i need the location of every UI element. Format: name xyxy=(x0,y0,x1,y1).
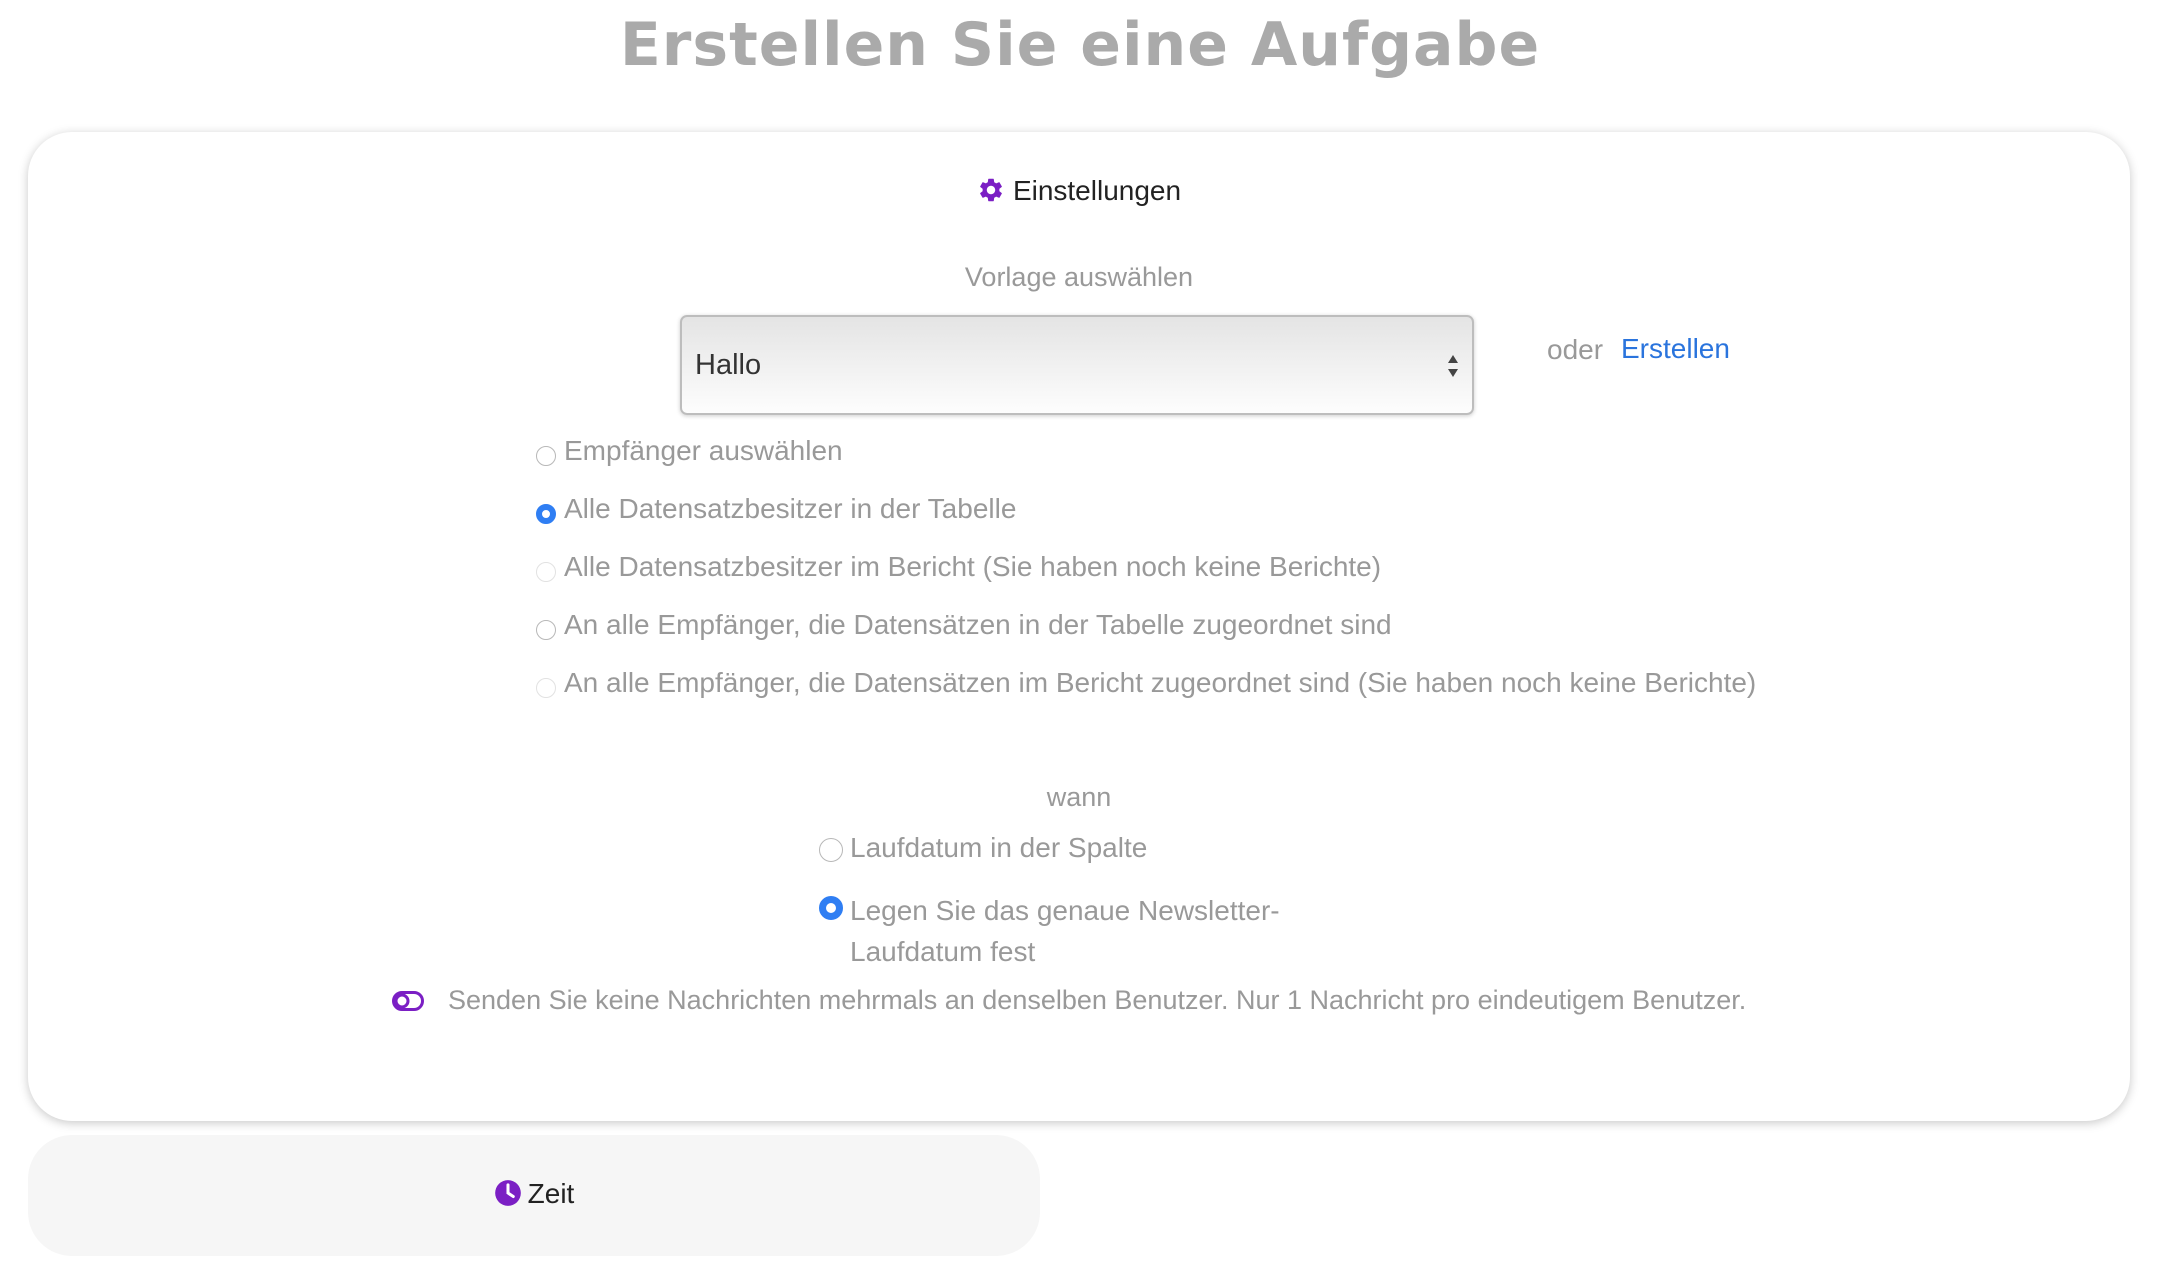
settings-card: Einstellungen Vorlage auswählen Hallo od… xyxy=(28,132,2130,1121)
radio-button[interactable] xyxy=(536,562,556,582)
unique-user-toggle-row: Senden Sie keine Nachrichten mehrmals an… xyxy=(392,985,1746,1016)
unique-user-toggle-label: Senden Sie keine Nachrichten mehrmals an… xyxy=(448,985,1747,1015)
radio-button[interactable] xyxy=(536,504,556,524)
time-header: Zeit xyxy=(28,1178,1040,1210)
radio-button[interactable] xyxy=(819,896,843,920)
when-option-label-line-2: Laufdatum fest xyxy=(850,936,1036,967)
when-option-label: Laufdatum in der Spalte xyxy=(850,832,1148,863)
select-arrows-icon xyxy=(1448,355,1458,377)
time-card[interactable]: Zeit xyxy=(28,1135,1040,1256)
or-text: oder xyxy=(1547,334,1604,365)
toggle-off-icon[interactable] xyxy=(392,990,424,1011)
when-option-column-date[interactable]: Laufdatum in der Spalte xyxy=(819,832,1147,864)
settings-header: Einstellungen xyxy=(28,175,2130,207)
recipient-option-table-assigned[interactable]: An alle Empfänger, die Datensätzen in de… xyxy=(536,609,1392,641)
recipient-option-label: Alle Datensatzbesitzer im Bericht (Sie h… xyxy=(564,551,1382,582)
recipient-option-label: Empfänger auswählen xyxy=(564,435,843,466)
recipient-option-table-owners[interactable]: Alle Datensatzbesitzer in der Tabelle xyxy=(536,493,1016,525)
recipient-option-label: An alle Empfänger, die Datensätzen im Be… xyxy=(564,667,1757,698)
recipient-option-report-owners[interactable]: Alle Datensatzbesitzer im Bericht (Sie h… xyxy=(536,551,1381,583)
page-title: Erstellen Sie eine Aufgabe xyxy=(619,10,1541,80)
create-template-link[interactable]: Erstellen xyxy=(1621,333,1730,365)
recipient-option-label: Alle Datensatzbesitzer in der Tabelle xyxy=(564,493,1017,524)
recipient-option-report-assigned[interactable]: An alle Empfänger, die Datensätzen im Be… xyxy=(536,667,1756,699)
gear-icon xyxy=(980,178,1002,202)
when-option-label-line-1: Legen Sie das genaue Newsletter- xyxy=(850,895,1280,926)
template-select[interactable]: Hallo xyxy=(680,315,1474,415)
clock-icon xyxy=(494,1180,521,1206)
when-option-label: Legen Sie das genaue Newsletter- Laufdat… xyxy=(850,890,1280,972)
radio-button[interactable] xyxy=(819,838,843,862)
when-label: wann xyxy=(1046,782,1112,812)
radio-button[interactable] xyxy=(536,678,556,698)
template-select-value: Hallo xyxy=(695,349,762,381)
radio-button[interactable] xyxy=(536,446,556,466)
page: Erstellen Sie eine Aufgabe Einstellungen… xyxy=(0,0,2172,1278)
time-heading: Zeit xyxy=(527,1178,575,1209)
recipient-option-select[interactable]: Empfänger auswählen xyxy=(536,435,843,467)
settings-heading: Einstellungen xyxy=(1012,175,1182,206)
when-option-exact-date[interactable]: Legen Sie das genaue Newsletter- Laufdat… xyxy=(819,890,1280,972)
recipient-option-label: An alle Empfänger, die Datensätzen in de… xyxy=(564,609,1392,640)
template-label: Vorlage auswählen xyxy=(964,262,1194,292)
radio-button[interactable] xyxy=(536,620,556,640)
